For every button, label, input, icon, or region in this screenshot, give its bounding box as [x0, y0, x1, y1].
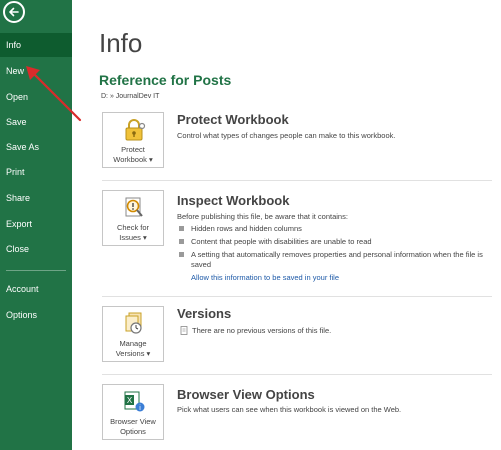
bullet-square-icon: [179, 226, 184, 231]
document-version-icon: [180, 326, 188, 335]
svg-text:X: X: [127, 396, 133, 405]
protect-workbook-title: Protect Workbook: [177, 112, 289, 127]
nav-item-close[interactable]: Close: [0, 237, 72, 261]
browser-view-options-button[interactable]: X i Browser View Options: [102, 384, 164, 440]
nav-item-open[interactable]: Open: [0, 85, 72, 109]
page-title: Info: [99, 28, 143, 58]
manage-versions-label: Manage Versions ▾: [115, 339, 151, 358]
arrow-left-icon: [9, 7, 19, 17]
browser-view-options-title: Browser View Options: [177, 387, 315, 402]
section-divider: [102, 296, 492, 297]
bullet-square-icon: [179, 239, 184, 244]
nav-item-share[interactable]: Share: [0, 186, 72, 210]
manage-versions-button[interactable]: Manage Versions ▾: [102, 306, 164, 362]
check-for-issues-label: Check for Issues ▾: [116, 223, 150, 242]
lock-key-icon: [125, 119, 146, 141]
inspect-workbook-description: Before publishing this file, be aware th…: [177, 212, 348, 221]
section-divider: [102, 374, 492, 375]
nav-item-account[interactable]: Account: [0, 277, 72, 301]
excel-web-icon: X i: [124, 391, 145, 412]
document-versions-icon: [125, 312, 142, 334]
document-path: D: » JournalDev IT: [101, 93, 160, 100]
nav-item-new[interactable]: New: [0, 59, 72, 83]
check-for-issues-button[interactable]: Check for Issues ▾: [102, 190, 164, 246]
section-divider: [102, 180, 492, 181]
protect-workbook-description: Control what types of changes people can…: [177, 131, 396, 140]
backstage-sidebar: Info New Open Save Save As Print Share E…: [0, 0, 72, 450]
nav-item-save-as[interactable]: Save As: [0, 135, 72, 159]
nav-item-export[interactable]: Export: [0, 212, 72, 236]
nav-item-options[interactable]: Options: [0, 303, 72, 327]
document-title: Reference for Posts: [99, 72, 232, 88]
inspect-workbook-title: Inspect Workbook: [177, 193, 290, 208]
nav-item-info[interactable]: Info: [0, 33, 72, 57]
back-button[interactable]: [3, 1, 25, 23]
sidebar-divider: [6, 270, 66, 271]
browser-view-options-label: Browser View Options: [110, 417, 156, 436]
inspect-document-icon: [125, 197, 143, 217]
protect-workbook-button[interactable]: Protect Workbook ▾: [102, 112, 164, 168]
versions-title: Versions: [177, 306, 232, 321]
nav-item-print[interactable]: Print: [0, 160, 72, 184]
allow-info-saved-link[interactable]: Allow this information to be saved in yo…: [191, 273, 339, 282]
info-panel: Info Reference for Posts D: » JournalDev…: [72, 0, 501, 450]
bullet-square-icon: [179, 252, 184, 257]
protect-workbook-label: Protect Workbook ▾: [113, 145, 153, 164]
nav-item-save[interactable]: Save: [0, 110, 72, 134]
browser-view-options-description: Pick what users can see when this workbo…: [177, 405, 402, 414]
